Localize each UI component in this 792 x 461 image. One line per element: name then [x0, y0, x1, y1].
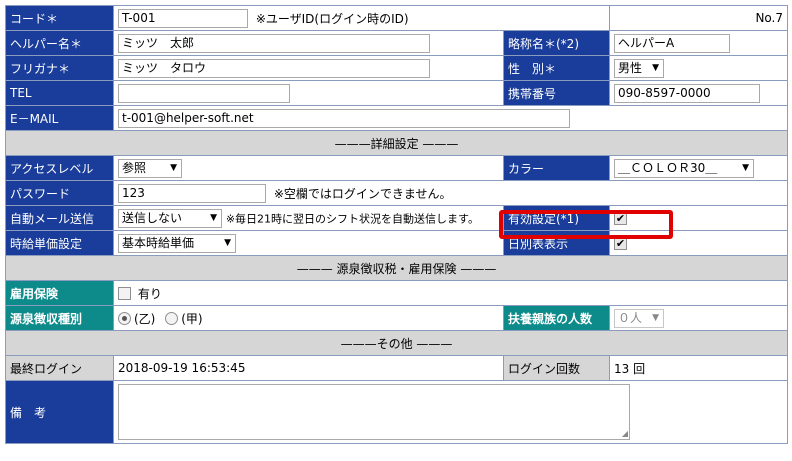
row-email: E－MAIL t-001@helper-soft.net [5, 105, 789, 131]
row-section-detail: ———詳細設定 ——— [4, 130, 789, 156]
row-auto-mail: 自動メール送信 送信しない ▼ ※毎日21時に翌日のシフト状況を自動送信します。 … [5, 205, 789, 231]
last-login-value: 2018-09-19 16:53:45 [113, 355, 504, 381]
row-furigana: フリガナ＊ ミッツ タロウ 性 別＊ 男性 ▼ [5, 55, 789, 81]
mobile-input[interactable]: 090-8597-0000 [614, 83, 761, 103]
chevron-down-icon: ▼ [652, 62, 660, 73]
row-tel: TEL 携帯番号 090-8597-0000 [5, 80, 789, 106]
helper-name-label: ヘルパー名＊ [5, 30, 114, 56]
tel-label: TEL [5, 80, 114, 106]
gender-label: 性 別＊ [502, 55, 611, 81]
employment-insurance-label: 雇用保険 [5, 280, 114, 306]
login-count-label: ログイン回数 [502, 355, 611, 381]
hourly-wage-select[interactable]: 基本時給単価 ▼ [118, 233, 236, 253]
row-employment-insurance: 雇用保険 有り [5, 280, 789, 306]
withholding-otsu-radio[interactable] [118, 311, 131, 325]
gender-select[interactable]: 男性 ▼ [614, 58, 665, 78]
short-name-input[interactable]: ヘルパーA [614, 33, 731, 53]
record-number: No.7 [609, 5, 789, 31]
remarks-textarea[interactable]: ◢ [118, 384, 630, 440]
password-label: パスワード [5, 180, 114, 206]
withholding-otsu-label: (乙) [134, 311, 156, 326]
tel-input[interactable] [118, 83, 290, 103]
auto-mail-note: ※毎日21時に翌日のシフト状況を自動送信します。 [225, 212, 479, 225]
row-section-other: ———その他 ——— [4, 330, 789, 356]
employment-insurance-checkbox[interactable] [118, 286, 131, 300]
code-note: ※ユーザID(ログイン時のID) [255, 11, 409, 26]
color-select[interactable]: ＿ＣＯＬＯＲ30＿ ▼ [614, 158, 755, 178]
color-label: カラー [502, 155, 611, 181]
access-level-select[interactable]: 参照 ▼ [118, 158, 182, 178]
helper-form-table: コード＊ T-001 ※ユーザID(ログイン時のID) No.7 ヘルパー名＊ … [4, 5, 789, 444]
daily-table-checkbox[interactable]: ✔ [614, 237, 628, 250]
section-other-heading: ———その他 ——— [4, 330, 789, 356]
dependents-label: 扶養親族の人数 [502, 305, 611, 331]
row-section-tax: ——— 源泉徴収税・雇用保険 ——— [4, 255, 789, 281]
valid-setting-label: 有効設定(*1) [502, 205, 611, 231]
withholding-kou-label: (甲) [181, 311, 203, 326]
chevron-down-icon: ▼ [170, 162, 177, 173]
row-withholding: 源泉徴収種別 (乙) (甲) 扶養親族の人数 ０人 ▼ [5, 305, 789, 331]
row-access-level: アクセスレベル 参照 ▼ カラー ＿ＣＯＬＯＲ30＿ ▼ [5, 155, 789, 181]
row-last-login: 最終ログイン 2018-09-19 16:53:45 ログイン回数 13 回 [5, 355, 789, 381]
row-remarks: 備 考 ◢ [5, 380, 789, 444]
chevron-down-icon: ▼ [742, 162, 750, 173]
access-level-label: アクセスレベル [5, 155, 114, 181]
dependents-select[interactable]: ０人 ▼ [614, 308, 665, 328]
remarks-label: 備 考 [5, 380, 114, 444]
checkmark-icon: ✔ [615, 237, 626, 250]
row-code: コード＊ T-001 ※ユーザID(ログイン時のID) No.7 [5, 5, 789, 31]
row-password: パスワード 123 ※空欄ではログインできません。 [5, 180, 789, 206]
mobile-label: 携帯番号 [502, 80, 611, 106]
daily-table-label: 日別表表示 [502, 230, 611, 256]
last-login-label: 最終ログイン [5, 355, 114, 381]
code-input[interactable]: T-001 [118, 8, 248, 28]
row-helper-name: ヘルパー名＊ ミッツ 太郎 略称名＊(*2) ヘルパーA [5, 30, 789, 56]
withholding-kou-radio[interactable] [165, 311, 179, 325]
valid-setting-checkbox[interactable]: ✔ [614, 212, 628, 225]
withholding-type-label: 源泉徴収種別 [5, 305, 114, 331]
section-detail-heading: ———詳細設定 ——— [4, 130, 789, 156]
email-label: E－MAIL [5, 105, 114, 131]
hourly-wage-label: 時給単価設定 [5, 230, 114, 256]
auto-mail-label: 自動メール送信 [5, 205, 114, 231]
login-count-value: 13 回 [609, 355, 789, 381]
auto-mail-select[interactable]: 送信しない ▼ [118, 208, 222, 228]
resize-grip-icon[interactable]: ◢ [622, 429, 628, 438]
email-input[interactable]: t-001@helper-soft.net [118, 108, 570, 128]
furigana-input[interactable]: ミッツ タロウ [118, 58, 430, 78]
password-note: ※空欄ではログインできません。 [273, 186, 452, 201]
chevron-down-icon: ▼ [652, 312, 660, 323]
short-name-label: 略称名＊(*2) [502, 30, 611, 56]
section-tax-heading: ——— 源泉徴収税・雇用保険 ——— [4, 255, 789, 281]
furigana-label: フリガナ＊ [5, 55, 114, 81]
checkmark-icon: ✔ [615, 212, 626, 225]
chevron-down-icon: ▼ [224, 237, 231, 248]
helper-edit-form: コード＊ T-001 ※ユーザID(ログイン時のID) No.7 ヘルパー名＊ … [0, 0, 792, 461]
chevron-down-icon: ▼ [210, 212, 217, 223]
password-input[interactable]: 123 [118, 183, 266, 203]
helper-name-input[interactable]: ミッツ 太郎 [118, 33, 430, 53]
code-label: コード＊ [5, 5, 114, 31]
row-hourly-wage: 時給単価設定 基本時給単価 ▼ 日別表表示 ✔ [5, 230, 789, 256]
employment-insurance-option: 有り [137, 286, 162, 301]
